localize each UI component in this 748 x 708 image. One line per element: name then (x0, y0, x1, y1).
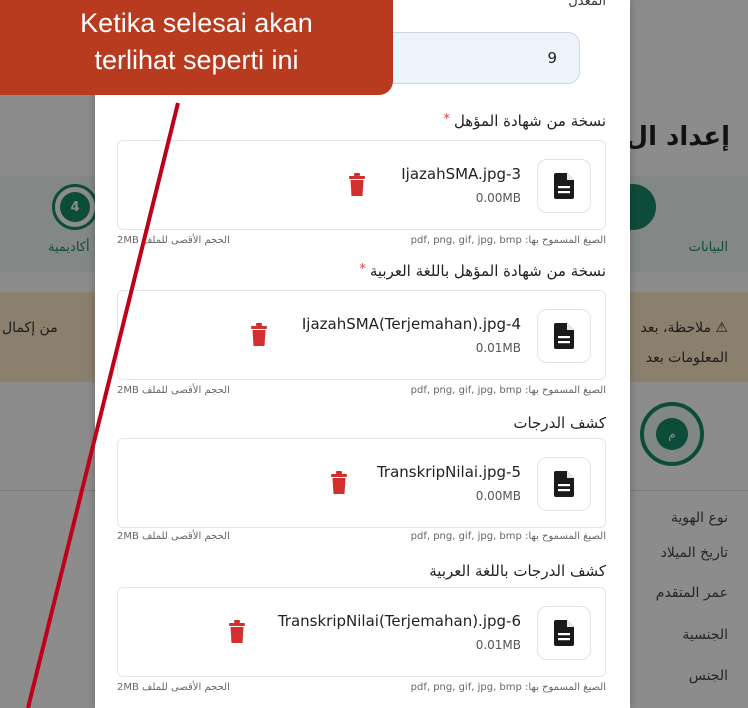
gpa-value: 9 (547, 49, 557, 67)
max-size-hint: الحجم الأقصى للملف 2MB (117, 531, 230, 542)
trash-icon[interactable] (348, 173, 366, 197)
upload-label-certificate-arabic: نسخة من شهادة المؤهل باللغة العربية* (359, 262, 606, 280)
file-size: 0.00MB (475, 191, 521, 205)
file-size: 0.01MB (475, 638, 521, 652)
gpa-label: المعدل (568, 0, 606, 9)
upload-label-certificate: نسخة من شهادة المؤهل* (443, 112, 606, 130)
upload-modal: المعدل 9 نسخة من شهادة المؤهل* IjazahSMA… (95, 0, 630, 708)
max-size-hint: الحجم الأقصى للملف 2MB (117, 682, 230, 693)
allowed-formats-hint: الصيغ المسموح بها: pdf, png, gif, jpg, b… (410, 531, 606, 542)
document-icon (537, 309, 591, 363)
file-size: 0.00MB (475, 489, 521, 503)
upload-label-transcript: كشف الدرجات (513, 414, 606, 432)
allowed-formats-hint: الصيغ المسموح بها: pdf, png, gif, jpg, b… (410, 682, 606, 693)
document-icon (537, 606, 591, 660)
file-name: IjazahSMA.jpg-3 (401, 165, 521, 183)
uploaded-file-card: IjazahSMA.jpg-3 0.00MB (117, 140, 606, 230)
trash-icon[interactable] (250, 323, 268, 347)
document-icon (537, 457, 591, 511)
max-size-hint: الحجم الأقصى للملف 2MB (117, 235, 230, 246)
required-asterisk: * (443, 112, 450, 127)
allowed-formats-hint: الصيغ المسموح بها: pdf, png, gif, jpg, b… (410, 385, 606, 396)
trash-icon[interactable] (330, 471, 348, 495)
required-asterisk: * (359, 262, 366, 277)
uploaded-file-card: TranskripNilai(Terjemahan).jpg-6 0.01MB (117, 587, 606, 677)
file-size: 0.01MB (475, 341, 521, 355)
file-name: TranskripNilai.jpg-5 (376, 463, 521, 481)
trash-icon[interactable] (228, 620, 246, 644)
file-name: TranskripNilai(Terjemahan).jpg-6 (277, 612, 521, 630)
document-icon (537, 159, 591, 213)
annotation-callout: Ketika selesai akan terlihat seperti ini (0, 0, 393, 95)
upload-label-transcript-arabic: كشف الدرجات باللغة العربية (429, 562, 606, 580)
max-size-hint: الحجم الأقصى للملف 2MB (117, 385, 230, 396)
allowed-formats-hint: الصيغ المسموح بها: pdf, png, gif, jpg, b… (410, 235, 606, 246)
callout-line-1: Ketika selesai akan (80, 8, 313, 38)
uploaded-file-card: IjazahSMA(Terjemahan).jpg-4 0.01MB (117, 290, 606, 380)
callout-line-2: terlihat seperti ini (94, 45, 299, 75)
file-name: IjazahSMA(Terjemahan).jpg-4 (301, 315, 521, 333)
uploaded-file-card: TranskripNilai.jpg-5 0.00MB (117, 438, 606, 528)
